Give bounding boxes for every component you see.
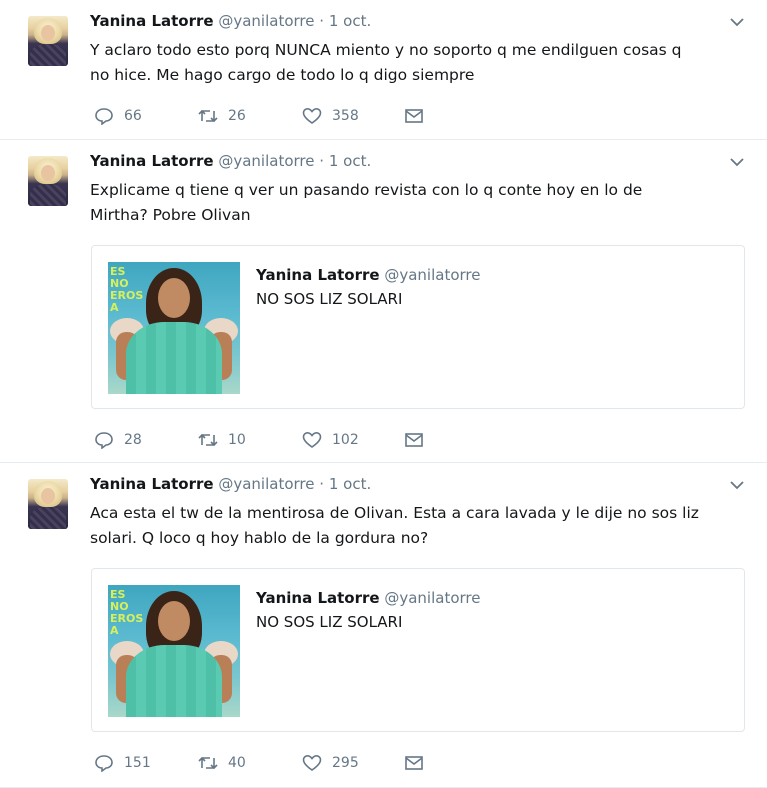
tweet-text: Explicame q tiene q ver un pasando revis… xyxy=(90,178,730,228)
quoted-tweet[interactable]: ES NO EROS A Yanina Latorre @yanilatorre… xyxy=(91,568,745,732)
message-button[interactable] xyxy=(404,430,424,450)
separator: · xyxy=(319,12,325,30)
image-text: ES NO EROS A xyxy=(110,588,144,637)
tweet-date[interactable]: 1 oct. xyxy=(329,152,371,170)
tweet-date[interactable]: 1 oct. xyxy=(329,475,371,493)
quoted-author-name: Yanina Latorre xyxy=(256,589,380,607)
retweet-count: 26 xyxy=(228,108,246,124)
envelope-icon xyxy=(405,433,423,447)
heart-icon xyxy=(302,107,322,124)
like-button[interactable]: 358 xyxy=(302,106,359,126)
image-text: ES NO EROS A xyxy=(110,265,144,314)
reply-count: 28 xyxy=(124,432,142,448)
tweet-actions: 151 40 295 xyxy=(94,753,454,773)
tweet-text: Y aclaro todo esto porq NUNCA miento y n… xyxy=(90,38,730,88)
author-handle[interactable]: @yanilatorre xyxy=(218,475,314,493)
tweet-text-line: solari. Q loco q hoy hablo de la gordura… xyxy=(90,529,429,547)
tweet-text-line: Mirtha? Pobre Olivan xyxy=(90,206,251,224)
quoted-author-handle: @yanilatorre xyxy=(384,589,481,607)
author-handle[interactable]: @yanilatorre xyxy=(218,12,314,30)
reply-button[interactable]: 151 xyxy=(94,753,151,773)
tweet-text-line: Aca esta el tw de la mentirosa de Olivan… xyxy=(90,504,699,522)
tweet-text-line: no hice. Me hago cargo de todo lo q digo… xyxy=(90,66,475,84)
heart-icon xyxy=(302,431,322,448)
like-count: 295 xyxy=(332,755,359,771)
like-count: 358 xyxy=(332,108,359,124)
retweet-count: 40 xyxy=(228,755,246,771)
separator: · xyxy=(319,475,325,493)
tweet-text-line: Y aclaro todo esto porq NUNCA miento y n… xyxy=(90,41,682,59)
like-button[interactable]: 102 xyxy=(302,430,359,450)
tweet-actions: 28 10 102 xyxy=(94,430,454,450)
quoted-author-name: Yanina Latorre xyxy=(256,266,380,284)
quoted-tweet[interactable]: ES NO EROS A Yanina Latorre @yanilatorre… xyxy=(91,245,745,409)
quoted-tweet-text: NO SOS LIZ SOLARI xyxy=(256,613,403,631)
quoted-author-handle: @yanilatorre xyxy=(384,266,481,284)
chevron-down-icon[interactable] xyxy=(729,477,745,493)
tweet[interactable]: Yanina Latorre @yanilatorre · 1 oct. Y a… xyxy=(0,0,767,140)
envelope-icon xyxy=(405,109,423,123)
timeline: Yanina Latorre @yanilatorre · 1 oct. Y a… xyxy=(0,0,767,788)
author-name[interactable]: Yanina Latorre xyxy=(90,475,214,493)
quoted-tweet-image[interactable]: ES NO EROS A xyxy=(108,262,240,394)
like-button[interactable]: 295 xyxy=(302,753,359,773)
like-count: 102 xyxy=(332,432,359,448)
separator: · xyxy=(319,152,325,170)
reply-icon xyxy=(95,108,113,125)
chevron-down-icon[interactable] xyxy=(729,14,745,30)
author-name[interactable]: Yanina Latorre xyxy=(90,12,214,30)
tweet-text-line: Explicame q tiene q ver un pasando revis… xyxy=(90,181,643,199)
retweet-icon xyxy=(198,109,218,123)
author-name[interactable]: Yanina Latorre xyxy=(90,152,214,170)
reply-icon xyxy=(95,755,113,772)
retweet-button[interactable]: 26 xyxy=(198,106,246,126)
quoted-tweet-text: NO SOS LIZ SOLARI xyxy=(256,290,403,308)
quoted-tweet-header: Yanina Latorre @yanilatorre xyxy=(256,266,481,284)
reply-count: 151 xyxy=(124,755,151,771)
reply-icon xyxy=(95,432,113,449)
retweet-count: 10 xyxy=(228,432,246,448)
tweet-date[interactable]: 1 oct. xyxy=(329,12,371,30)
quoted-tweet-header: Yanina Latorre @yanilatorre xyxy=(256,589,481,607)
tweet-header: Yanina Latorre @yanilatorre · 1 oct. xyxy=(90,12,371,30)
envelope-icon xyxy=(405,756,423,770)
author-handle[interactable]: @yanilatorre xyxy=(218,152,314,170)
tweet-header: Yanina Latorre @yanilatorre · 1 oct. xyxy=(90,475,371,493)
reply-count: 66 xyxy=(124,108,142,124)
tweet-text: Aca esta el tw de la mentirosa de Olivan… xyxy=(90,501,730,551)
retweet-button[interactable]: 40 xyxy=(198,753,246,773)
reply-button[interactable]: 28 xyxy=(94,430,142,450)
message-button[interactable] xyxy=(404,753,424,773)
reply-button[interactable]: 66 xyxy=(94,106,142,126)
retweet-button[interactable]: 10 xyxy=(198,430,246,450)
retweet-icon xyxy=(198,433,218,447)
avatar[interactable] xyxy=(28,156,68,206)
chevron-down-icon[interactable] xyxy=(729,154,745,170)
retweet-icon xyxy=(198,756,218,770)
tweet[interactable]: Yanina Latorre @yanilatorre · 1 oct. Exp… xyxy=(0,140,767,463)
tweet-header: Yanina Latorre @yanilatorre · 1 oct. xyxy=(90,152,371,170)
tweet-actions: 66 26 358 xyxy=(94,106,454,126)
quoted-tweet-image[interactable]: ES NO EROS A xyxy=(108,585,240,717)
heart-icon xyxy=(302,754,322,771)
message-button[interactable] xyxy=(404,106,424,126)
avatar[interactable] xyxy=(28,16,68,66)
tweet[interactable]: Yanina Latorre @yanilatorre · 1 oct. Aca… xyxy=(0,463,767,788)
avatar[interactable] xyxy=(28,479,68,529)
